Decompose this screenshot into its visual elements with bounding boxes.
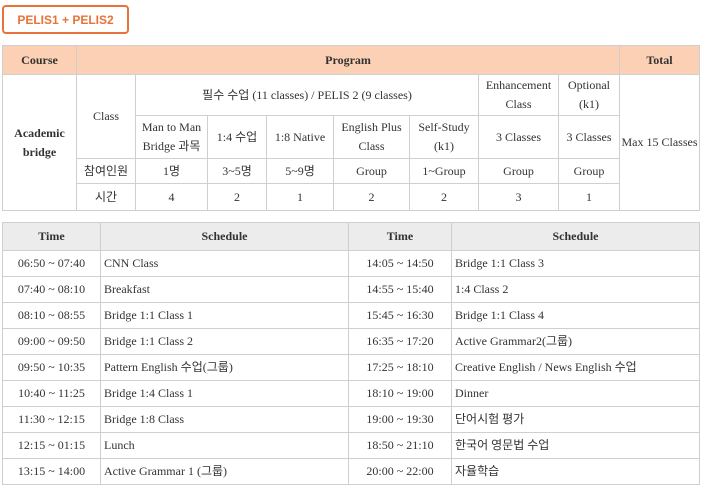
subject-cell: English Plus Class — [333, 115, 410, 159]
schedule-cell: Active Grammar 1 (그룹) — [100, 458, 349, 485]
participants-cell: Group — [557, 158, 621, 184]
pelis-tab-button[interactable]: PELIS1 + PELIS2 — [2, 5, 129, 34]
program-header: Program — [75, 45, 621, 75]
hours-cell: 2 — [207, 183, 267, 211]
participants-cell: Group — [478, 158, 559, 184]
time-cell: 20:00 ~ 22:00 — [348, 458, 452, 485]
table-row: 07:40 ~ 08:10 Breakfast 14:55 ~ 15:40 1:… — [2, 276, 700, 303]
participants-label: 참여인원 — [76, 158, 136, 184]
participants-cell: 5~9명 — [266, 158, 334, 184]
schedule-cell: 단어시험 평가 — [451, 406, 700, 433]
participants-cell: 3~5명 — [207, 158, 267, 184]
total-value: Max 15 Classes — [619, 74, 701, 211]
time-cell: 14:55 ~ 15:40 — [348, 276, 452, 303]
subject-cell: 3 Classes — [478, 115, 559, 159]
table-row: 10:40 ~ 11:25 Bridge 1:4 Class 1 18:10 ~… — [2, 380, 700, 407]
table-row: 08:10 ~ 08:55 Bridge 1:1 Class 1 15:45 ~… — [2, 302, 700, 329]
time-cell: 10:40 ~ 11:25 — [2, 380, 101, 407]
schedule-cell: Lunch — [100, 432, 349, 459]
total-header: Total — [619, 45, 701, 75]
schedule-cell: Bridge 1:1 Class 4 — [451, 302, 700, 329]
schedule-cell: CNN Class — [100, 250, 349, 277]
table-row: 12:15 ~ 01:15 Lunch 18:50 ~ 21:10 한국어 영문… — [2, 432, 700, 459]
hours-cell: 2 — [409, 183, 479, 211]
schedule-cell: Active Grammar2(그룹) — [451, 328, 700, 355]
schedule-header: Schedule — [100, 222, 349, 251]
time-cell: 14:05 ~ 14:50 — [348, 250, 452, 277]
time-cell: 15:45 ~ 16:30 — [348, 302, 452, 329]
schedule-cell: Bridge 1:8 Class — [100, 406, 349, 433]
participants-cell: Group — [333, 158, 410, 184]
schedule-table: Time Schedule Time Schedule 06:50 ~ 07:4… — [2, 222, 700, 485]
class-label: Class — [76, 74, 136, 159]
schedule-cell: Breakfast — [100, 276, 349, 303]
time-cell: 09:50 ~ 10:35 — [2, 354, 101, 381]
time-cell: 08:10 ~ 08:55 — [2, 302, 101, 329]
table-row: 06:50 ~ 07:40 CNN Class 14:05 ~ 14:50 Br… — [2, 250, 700, 277]
time-cell: 06:50 ~ 07:40 — [2, 250, 101, 277]
schedule-cell: Pattern English 수업(그룹) — [100, 354, 349, 381]
schedule-cell: 한국어 영문법 수업 — [451, 432, 700, 459]
time-cell: 16:35 ~ 17:20 — [348, 328, 452, 355]
hours-cell: 1 — [557, 183, 621, 211]
schedule-cell: Creative English / News English 수업 — [451, 354, 700, 381]
hours-cell: 1 — [266, 183, 334, 211]
time-cell: 11:30 ~ 12:15 — [2, 406, 101, 433]
time-cell: 09:00 ~ 09:50 — [2, 328, 101, 355]
table-row: 11:30 ~ 12:15 Bridge 1:8 Class 19:00 ~ 1… — [2, 406, 700, 433]
enhancement-class: Enhancement Class — [478, 74, 559, 116]
schedule-cell: Bridge 1:1 Class 2 — [100, 328, 349, 355]
hours-label: 시간 — [76, 183, 136, 211]
participants-cell: 1명 — [135, 158, 208, 184]
schedule-cell: 자율학습 — [451, 458, 700, 485]
hours-cell: 3 — [478, 183, 559, 211]
subject-cell: 1:8 Native — [266, 115, 334, 159]
hours-cell: 4 — [135, 183, 208, 211]
table-row: 09:50 ~ 10:35 Pattern English 수업(그룹) 17:… — [2, 354, 700, 381]
subject-cell: 1:4 수업 — [207, 115, 267, 159]
time-cell: 13:15 ~ 14:00 — [2, 458, 101, 485]
course-name: Academic bridge — [2, 74, 77, 211]
program-table: Course Program Total Academic bridge Cla… — [2, 45, 701, 211]
schedule-cell: Dinner — [451, 380, 700, 407]
optional-class: Optional (k1) — [557, 74, 621, 116]
time-cell: 12:15 ~ 01:15 — [2, 432, 101, 459]
subject-cell: Man to Man Bridge 과목 — [135, 115, 208, 159]
time-cell: 18:10 ~ 19:00 — [348, 380, 452, 407]
subject-cell: 3 Classes — [557, 115, 621, 159]
schedule-cell: Bridge 1:1 Class 1 — [100, 302, 349, 329]
course-header: Course — [2, 45, 77, 75]
participants-cell: 1~Group — [409, 158, 479, 184]
time-cell: 07:40 ~ 08:10 — [2, 276, 101, 303]
time-cell: 17:25 ~ 18:10 — [348, 354, 452, 381]
subject-cell: Self-Study (k1) — [409, 115, 479, 159]
time-cell: 19:00 ~ 19:30 — [348, 406, 452, 433]
time-header: Time — [2, 222, 101, 251]
table-row: 09:00 ~ 09:50 Bridge 1:1 Class 2 16:35 ~… — [2, 328, 700, 355]
schedule-cell: Bridge 1:4 Class 1 — [100, 380, 349, 407]
schedule-header: Schedule — [451, 222, 700, 251]
required-group: 필수 수업 (11 classes) / PELIS 2 (9 classes) — [135, 74, 479, 116]
schedule-cell: Bridge 1:1 Class 3 — [451, 250, 700, 277]
time-header: Time — [348, 222, 452, 251]
time-cell: 18:50 ~ 21:10 — [348, 432, 452, 459]
hours-cell: 2 — [333, 183, 410, 211]
schedule-cell: 1:4 Class 2 — [451, 276, 700, 303]
table-row: 13:15 ~ 14:00 Active Grammar 1 (그룹) 20:0… — [2, 458, 700, 485]
